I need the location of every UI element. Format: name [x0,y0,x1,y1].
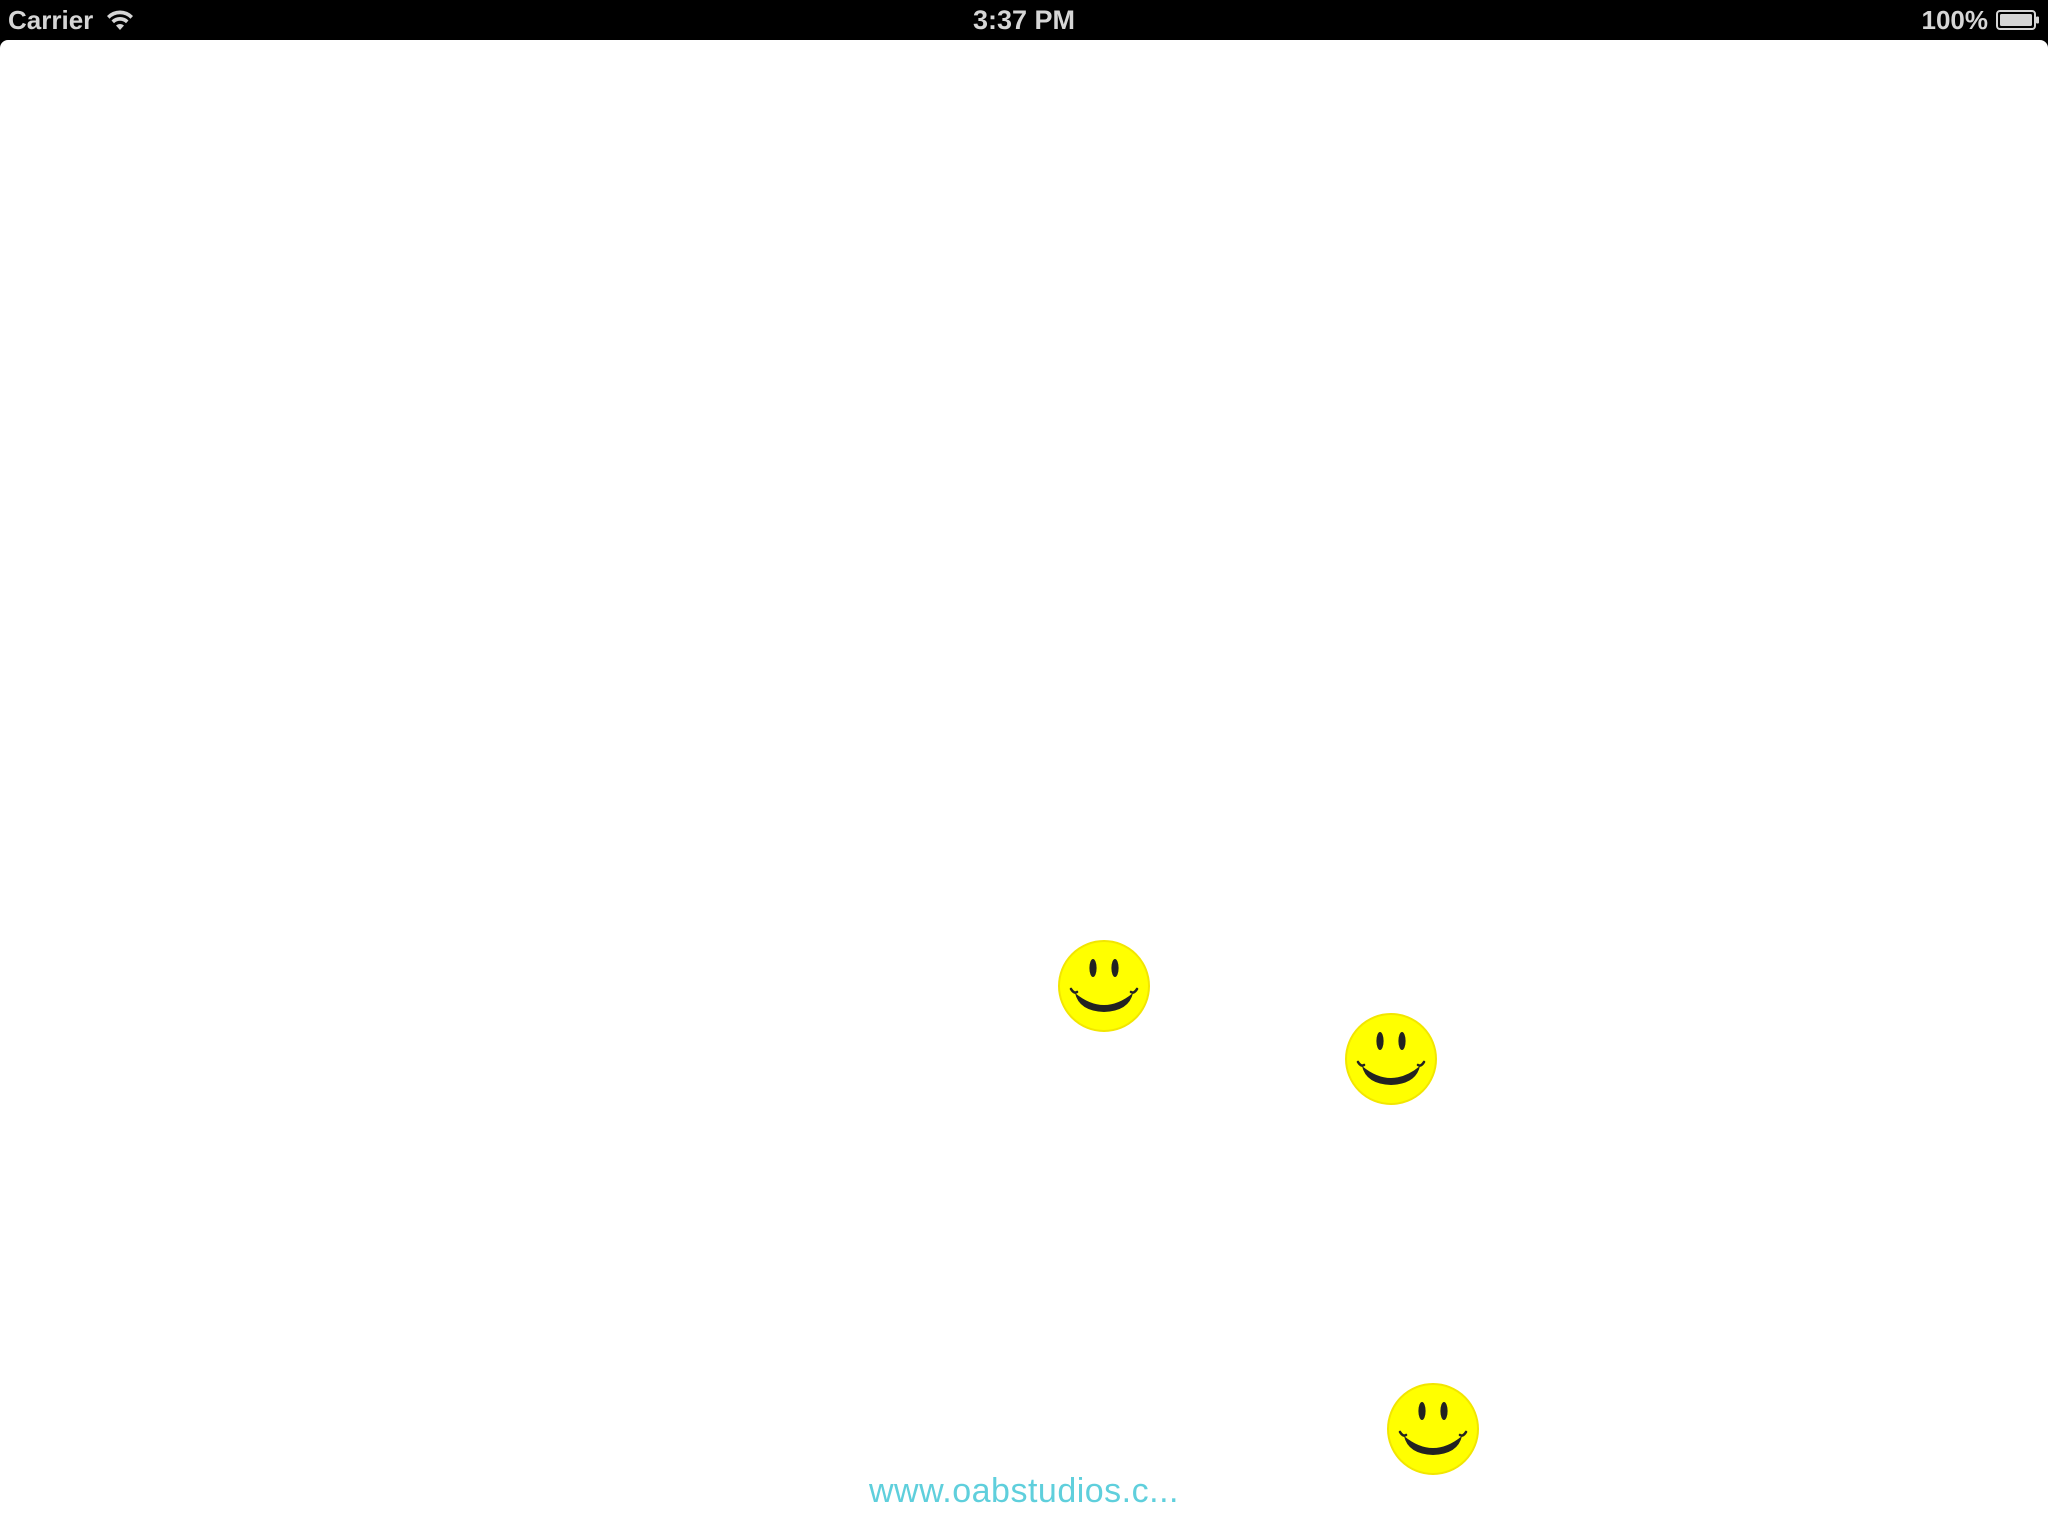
smiley-face-icon[interactable] [1386,1382,1480,1476]
battery-group: 100% [1922,0,2041,40]
battery-percent: 100% [1921,4,1989,35]
app-canvas[interactable]: www.oabstudios.c... [0,40,2048,1536]
status-time: 3:37 PM [972,5,1076,35]
status-bar: Carrier 3:37 PM 100% [0,0,2048,40]
website-link[interactable]: www.oabstudios.c... [0,1472,2048,1511]
battery-icon [1996,9,2040,31]
smiley-face-icon[interactable] [1057,939,1151,1033]
smiley-face-icon[interactable] [1344,1012,1438,1106]
